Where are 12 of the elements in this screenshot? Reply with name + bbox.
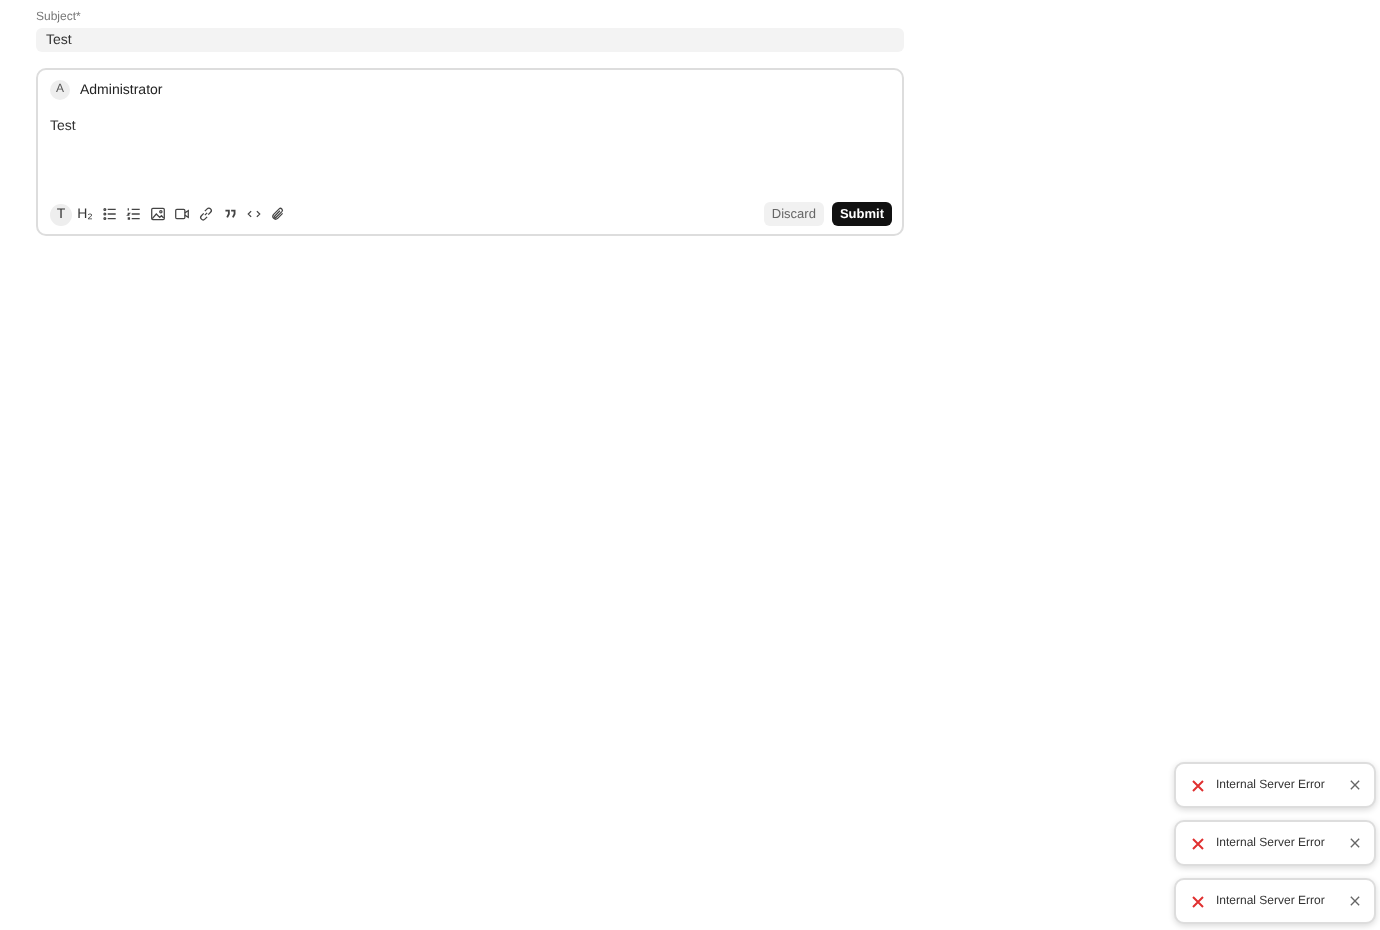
video-icon[interactable] — [170, 203, 192, 225]
close-icon[interactable] — [1346, 893, 1362, 909]
close-icon[interactable] — [1346, 777, 1362, 793]
link-icon[interactable] — [194, 203, 216, 225]
paperclip-icon[interactable] — [266, 203, 288, 225]
numbered-list-icon[interactable] — [122, 203, 144, 225]
close-icon[interactable] — [1346, 835, 1362, 851]
image-icon[interactable] — [146, 203, 168, 225]
bullet-list-icon[interactable] — [98, 203, 120, 225]
error-icon — [1192, 837, 1204, 849]
error-icon — [1192, 895, 1204, 907]
error-icon — [1192, 779, 1204, 791]
